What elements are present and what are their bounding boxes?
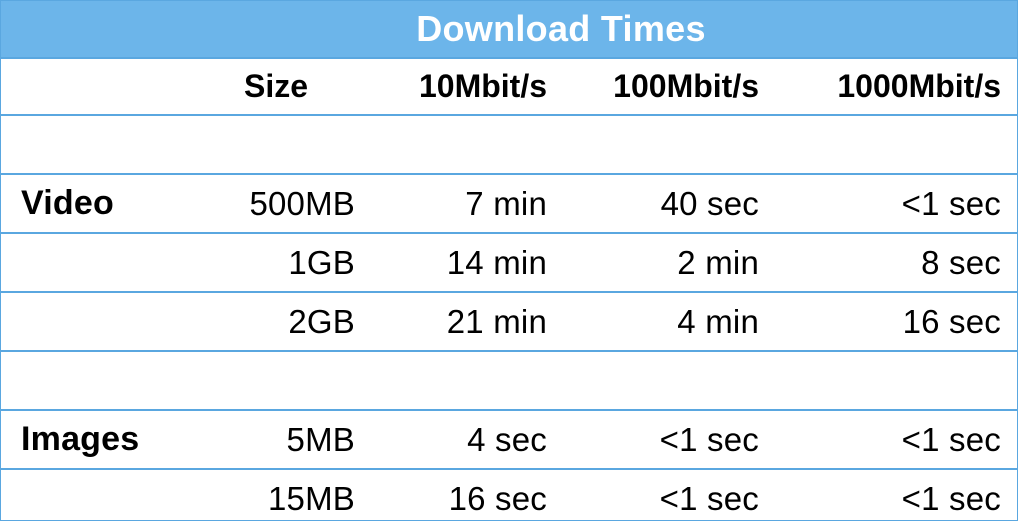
group-label-video: Video xyxy=(1,174,201,234)
time-10mbit-cell: 21 min xyxy=(371,292,563,352)
group-label-empty xyxy=(1,469,201,527)
time-100mbit-cell: 4 min xyxy=(563,292,775,352)
size-cell: 500MB xyxy=(201,174,371,234)
download-times-grid: Size 10Mbit/s 100Mbit/s 1000Mbit/s Video… xyxy=(1,59,1017,527)
time-100mbit-cell: <1 sec xyxy=(563,410,775,470)
column-header-1000mbit: 1000Mbit/s xyxy=(775,59,1017,116)
size-cell: 2GB xyxy=(201,292,371,352)
spacer-row xyxy=(1,115,1017,175)
spacer-row xyxy=(1,351,1017,411)
time-1000mbit-cell: <1 sec xyxy=(775,174,1017,234)
table-title-bar: Download Times xyxy=(1,1,1017,59)
column-header-row: Size 10Mbit/s 100Mbit/s 1000Mbit/s xyxy=(1,59,1017,116)
time-10mbit-cell: 4 sec xyxy=(371,410,563,470)
time-100mbit-cell: 2 min xyxy=(563,233,775,293)
size-cell: 15MB xyxy=(267,479,355,517)
table-row: 15MB 16 sec <1 sec <1 sec xyxy=(1,469,1017,527)
time-100mbit-cell: <1 sec xyxy=(659,479,759,517)
time-1000mbit-cell: 8 sec xyxy=(775,233,1017,293)
time-10mbit-cell: 16 sec xyxy=(448,479,547,517)
size-cell: 5MB xyxy=(201,410,371,470)
time-100mbit-cell: 40 sec xyxy=(563,174,775,234)
time-1000mbit-cell: <1 sec xyxy=(775,410,1017,470)
column-header-10mbit: 10Mbit/s xyxy=(371,59,563,116)
time-1000mbit-cell: <1 sec xyxy=(901,479,1001,517)
table-row: 2GB 21 min 4 min 16 sec xyxy=(1,292,1017,352)
table-row: 1GB 14 min 2 min 8 sec xyxy=(1,233,1017,293)
size-cell: 1GB xyxy=(201,233,371,293)
group-label-empty xyxy=(1,292,201,352)
time-10mbit-cell: 7 min xyxy=(371,174,563,234)
download-times-table: Download Times Size 10Mbit/s 100Mbit/s 1… xyxy=(0,0,1018,521)
group-label-images: Images xyxy=(1,410,201,470)
table-title: Download Times xyxy=(416,8,706,49)
column-header-size: Size xyxy=(201,59,371,116)
column-header-100mbit: 100Mbit/s xyxy=(563,59,775,116)
table-row: Video 500MB 7 min 40 sec <1 sec xyxy=(1,174,1017,234)
table-row: Images 5MB 4 sec <1 sec <1 sec xyxy=(1,410,1017,470)
time-1000mbit-cell: 16 sec xyxy=(775,292,1017,352)
group-label-empty xyxy=(1,233,201,293)
time-10mbit-cell: 14 min xyxy=(371,233,563,293)
column-header-group xyxy=(1,59,201,116)
